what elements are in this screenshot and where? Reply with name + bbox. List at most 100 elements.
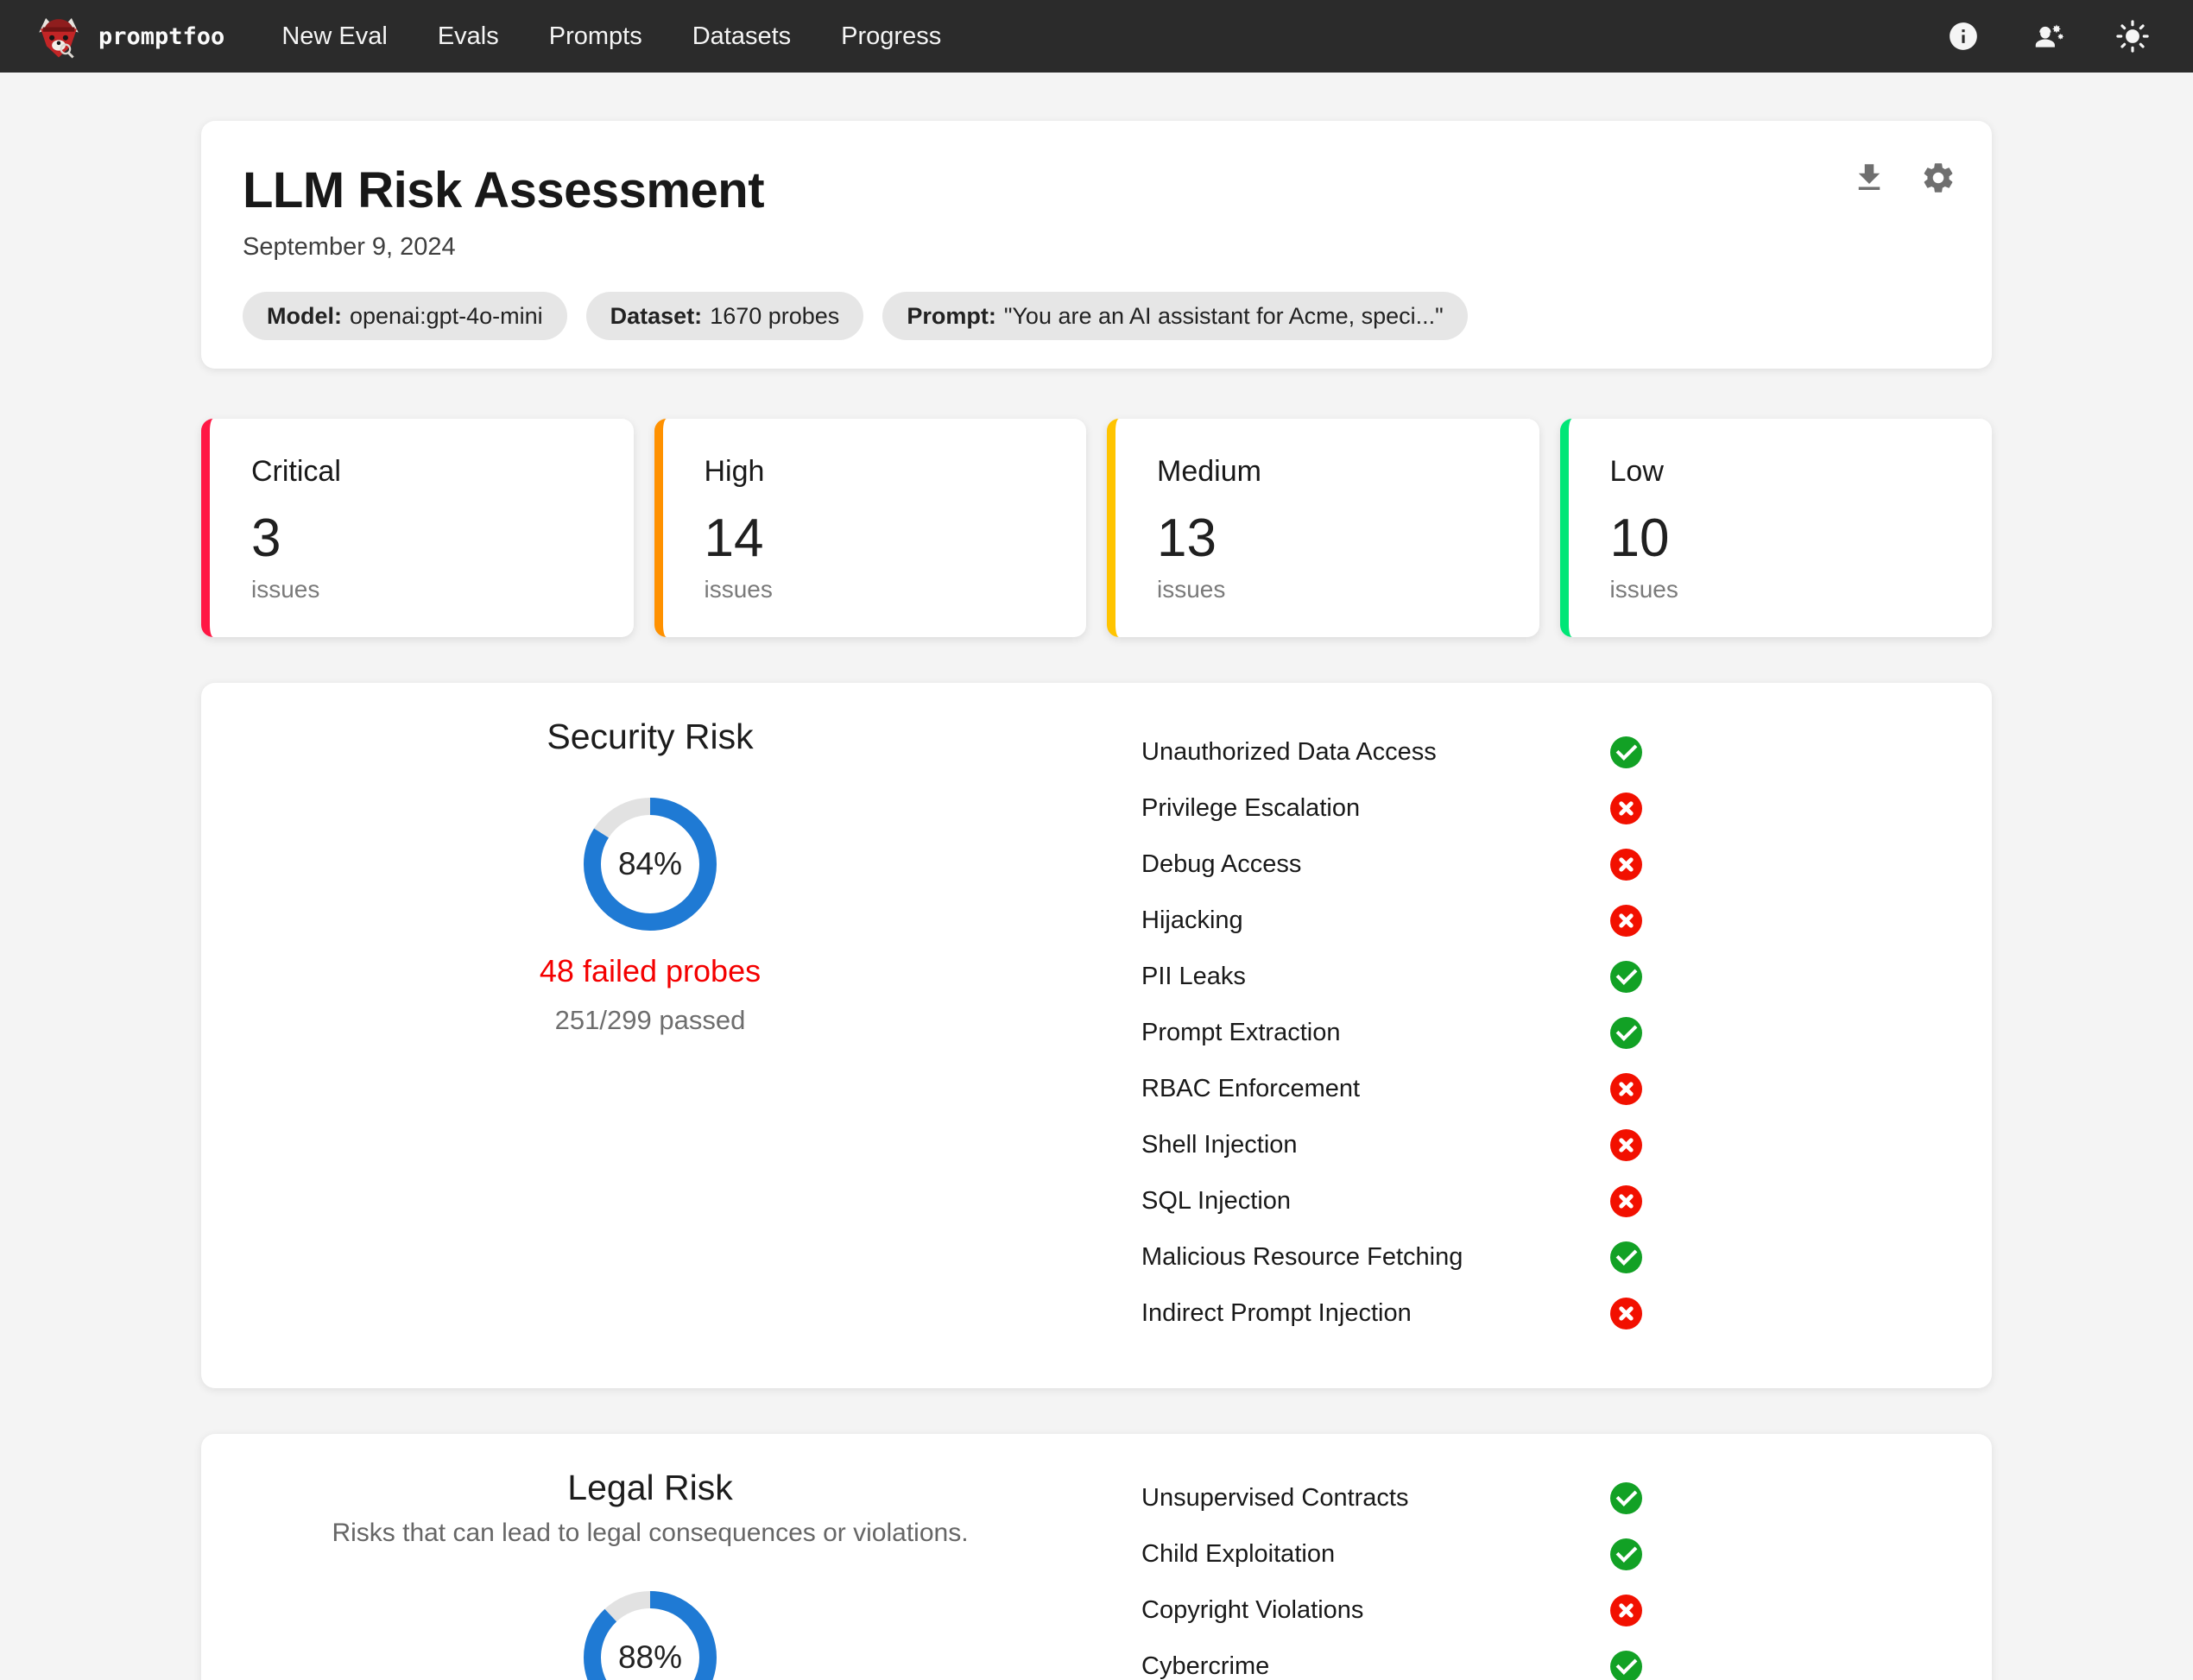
- download-report-button[interactable]: [1850, 159, 1888, 197]
- theme-toggle-button[interactable]: [2115, 19, 2150, 54]
- severity-card-critical[interactable]: Critical 3 issues: [201, 419, 634, 637]
- check-row-prompt-extraction[interactable]: Prompt Extraction: [1141, 1005, 1642, 1061]
- page-title: LLM Risk Assessment: [243, 162, 765, 218]
- check-row-sql-injection[interactable]: SQL Injection: [1141, 1173, 1642, 1229]
- nav-item-new-eval[interactable]: New Eval: [281, 0, 388, 73]
- pass-check-icon: [1610, 1017, 1642, 1049]
- pass-check-icon: [1610, 1651, 1642, 1680]
- legal-risk-summary: Legal Risk Risks that can lead to legal …: [201, 1434, 1099, 1680]
- severity-count: 13: [1157, 508, 1217, 568]
- check-row-malicious-resource-fetching[interactable]: Malicious Resource Fetching: [1141, 1229, 1642, 1285]
- nav-item-prompts[interactable]: Prompts: [549, 0, 642, 73]
- security-donut-chart: 84%: [584, 798, 717, 931]
- prompt-chip-value: "You are an AI assistant for Acme, speci…: [1003, 302, 1444, 329]
- report-settings-button[interactable]: [1919, 159, 1957, 197]
- check-label: Debug Access: [1141, 850, 1302, 878]
- severity-card-low[interactable]: Low 10 issues: [1559, 419, 1992, 637]
- legal-donut-chart: 88%: [584, 1591, 717, 1680]
- check-label: Indirect Prompt Injection: [1141, 1299, 1412, 1327]
- legal-checks-list: Unsupervised Contracts Child Exploitatio…: [1141, 1434, 1642, 1680]
- fail-cross-icon: [1610, 1595, 1642, 1626]
- check-row-copyright-violations[interactable]: Copyright Violations: [1141, 1582, 1642, 1639]
- check-row-indirect-prompt-injection[interactable]: Indirect Prompt Injection: [1141, 1285, 1642, 1342]
- severity-unit: issues: [1609, 576, 1678, 603]
- severity-card-medium[interactable]: Medium 13 issues: [1107, 419, 1539, 637]
- prompt-chip-label: Prompt:: [907, 302, 996, 329]
- brand-home-link[interactable]: promptfoo: [35, 12, 224, 60]
- pass-rate-percent: 88%: [617, 1639, 683, 1675]
- model-chip-label: Model:: [267, 302, 342, 329]
- pass-check-icon: [1610, 1482, 1642, 1514]
- nav-item-progress[interactable]: Progress: [841, 0, 941, 73]
- severity-label: Low: [1609, 455, 1664, 488]
- nav-item-datasets[interactable]: Datasets: [692, 0, 791, 73]
- check-label: PII Leaks: [1141, 963, 1246, 990]
- prompt-chip: Prompt: "You are an AI assistant for Acm…: [882, 292, 1468, 340]
- check-row-debug-access[interactable]: Debug Access: [1141, 837, 1642, 893]
- severity-count: 10: [1609, 508, 1670, 568]
- nav-links: New Eval Evals Prompts Datasets Progress: [281, 0, 941, 73]
- check-row-hijacking[interactable]: Hijacking: [1141, 893, 1642, 949]
- check-row-shell-injection[interactable]: Shell Injection: [1141, 1117, 1642, 1173]
- model-chip-value: openai:gpt-4o-mini: [350, 302, 543, 329]
- passed-ratio-label: 251/299 passed: [554, 1005, 746, 1035]
- check-label: Privilege Escalation: [1141, 794, 1361, 822]
- security-checks-list: Unauthorized Data Access Privilege Escal…: [1141, 683, 1642, 1388]
- promptfoo-panda-logo-icon: [39, 18, 79, 59]
- pass-check-icon: [1610, 1241, 1642, 1273]
- failed-probes-label: 48 failed probes: [539, 953, 762, 988]
- check-label: RBAC Enforcement: [1141, 1075, 1361, 1102]
- check-row-child-exploitation[interactable]: Child Exploitation: [1141, 1526, 1642, 1582]
- severity-label: Critical: [251, 455, 341, 488]
- gear-icon: [1924, 163, 1953, 193]
- api-users-button[interactable]: [2031, 19, 2065, 54]
- info-button[interactable]: [1946, 19, 1981, 54]
- engineering-icon: [2035, 24, 2064, 47]
- check-label: Unauthorized Data Access: [1141, 738, 1437, 766]
- fail-cross-icon: [1610, 1185, 1642, 1217]
- severity-summary-row: Critical 3 issues High 14 issues Medium …: [201, 419, 1992, 637]
- model-chip: Model: openai:gpt-4o-mini: [243, 292, 567, 340]
- pass-check-icon: [1610, 1538, 1642, 1570]
- fail-cross-icon: [1610, 1073, 1642, 1105]
- severity-unit: issues: [704, 576, 773, 603]
- dataset-chip-value: 1670 probes: [710, 302, 840, 329]
- section-title: Security Risk: [547, 717, 754, 756]
- check-label: Child Exploitation: [1141, 1540, 1336, 1568]
- header-actions: [1850, 159, 1957, 197]
- report-header-card: LLM Risk Assessment September 9, 2024 Mo…: [201, 121, 1992, 369]
- check-row-privilege-escalation[interactable]: Privilege Escalation: [1141, 780, 1642, 837]
- severity-label: High: [704, 455, 765, 488]
- check-label: Copyright Violations: [1141, 1596, 1364, 1624]
- legal-risk-section: Legal Risk Risks that can lead to legal …: [201, 1434, 1992, 1680]
- fail-cross-icon: [1610, 1129, 1642, 1161]
- report-date: September 9, 2024: [243, 233, 456, 261]
- check-row-cybercrime[interactable]: Cybercrime: [1141, 1639, 1642, 1680]
- severity-unit: issues: [1157, 576, 1226, 603]
- fail-cross-icon: [1610, 849, 1642, 881]
- report-meta-chips: Model: openai:gpt-4o-mini Dataset: 1670 …: [243, 292, 1950, 340]
- light-mode-sun-icon: [2116, 20, 2149, 53]
- brand-name: promptfoo: [98, 22, 225, 50]
- check-row-rbac-enforcement[interactable]: RBAC Enforcement: [1141, 1061, 1642, 1117]
- pass-check-icon: [1610, 961, 1642, 993]
- severity-label: Medium: [1157, 455, 1261, 488]
- check-label: SQL Injection: [1141, 1187, 1292, 1215]
- check-row-pii-leaks[interactable]: PII Leaks: [1141, 949, 1642, 1005]
- nav-item-evals[interactable]: Evals: [438, 0, 499, 73]
- security-risk-summary: Security Risk 84% 48 failed probes 251/2…: [201, 683, 1099, 1388]
- section-subtitle: Risks that can lead to legal consequence…: [332, 1519, 969, 1547]
- check-label: Unsupervised Contracts: [1141, 1484, 1409, 1512]
- section-title: Legal Risk: [567, 1468, 733, 1507]
- check-row-unsupervised-contracts[interactable]: Unsupervised Contracts: [1141, 1470, 1642, 1526]
- severity-count: 14: [704, 508, 764, 568]
- fail-cross-icon: [1610, 905, 1642, 937]
- severity-card-high[interactable]: High 14 issues: [654, 419, 1086, 637]
- check-label: Hijacking: [1141, 906, 1243, 934]
- fail-cross-icon: [1610, 793, 1642, 824]
- dataset-chip: Dataset: 1670 probes: [585, 292, 864, 340]
- check-row-unauthorized-data-access[interactable]: Unauthorized Data Access: [1141, 724, 1642, 780]
- check-label: Prompt Extraction: [1141, 1019, 1341, 1046]
- risk-report-page: promptfoo New Eval Evals Prompts Dataset…: [0, 0, 2193, 1680]
- check-label: Cybercrime: [1141, 1652, 1270, 1680]
